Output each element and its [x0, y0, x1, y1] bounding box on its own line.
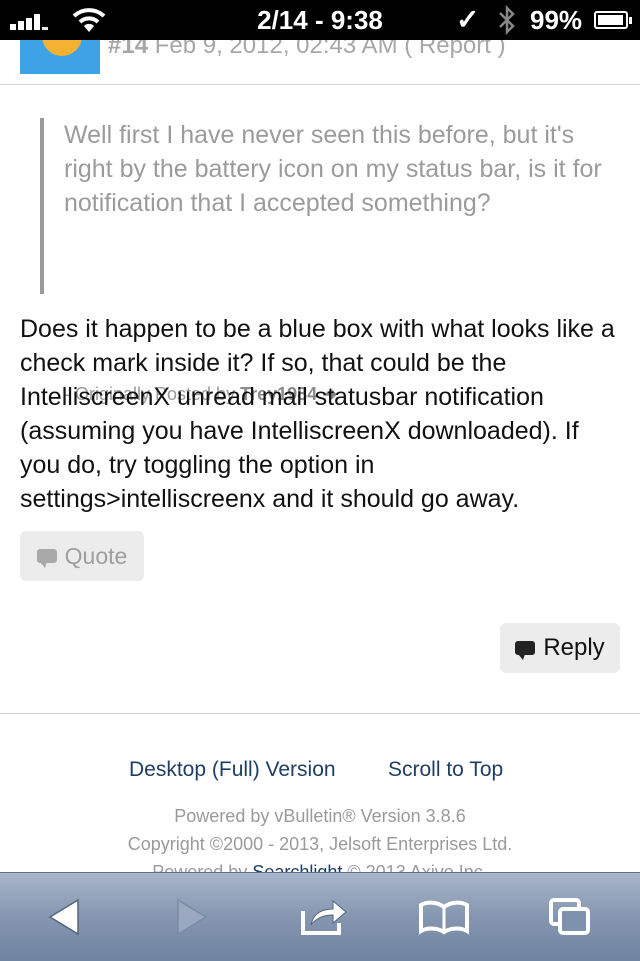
divider	[0, 713, 640, 714]
quote-button-label: Quote	[64, 542, 128, 569]
reply-button[interactable]: Reply	[500, 623, 620, 673]
post-meta: #14 Feb 9, 2012, 02:43 AM ( Report )	[108, 40, 506, 60]
back-icon	[48, 898, 79, 936]
copyright-text: Copyright ©2000 - 2013, Jelsoft Enterpri…	[127, 834, 513, 854]
pages-icon	[549, 898, 590, 935]
battery-percent: 99%	[530, 5, 583, 35]
scroll-to-top-link[interactable]: Scroll to Top	[388, 758, 503, 782]
footer-links: Desktop (Full) Version Scroll to Top	[0, 758, 640, 788]
desktop-version-link[interactable]: Desktop (Full) Version	[129, 758, 336, 782]
reply-button-label: Reply	[543, 634, 605, 661]
quote-button[interactable]: Quote	[20, 531, 144, 581]
post-body: Does it happen to be a blue box with wha…	[20, 315, 615, 513]
share-button[interactable]	[284, 873, 364, 961]
back-button[interactable]	[24, 873, 104, 961]
bookmarks-button[interactable]	[404, 873, 484, 961]
report-link[interactable]: ( Report )	[404, 40, 505, 59]
browser-toolbar	[0, 872, 640, 961]
pages-button[interactable]	[530, 873, 610, 961]
battery-fill	[598, 15, 623, 25]
checkmark-icon: ✓	[456, 4, 480, 35]
quote-block: Well first I have never seen this before…	[40, 118, 604, 404]
forward-button[interactable]	[152, 873, 232, 961]
speech-bubble-icon	[36, 549, 57, 568]
bookmarks-icon	[419, 900, 469, 935]
bluetooth-icon	[499, 4, 515, 36]
avatar-sun-graphic	[42, 40, 82, 56]
status-bar: 2/14 - 9:38 ✓ 99%	[0, 0, 640, 40]
post-date: Feb 9, 2012, 02:43 AM	[154, 40, 398, 59]
post-header: #14 Feb 9, 2012, 02:43 AM ( Report )	[0, 40, 640, 85]
post-number: #14	[108, 40, 149, 59]
powered-by-text: Powered by vBulletin® Version 3.8.6	[174, 806, 466, 826]
quote-text: Well first I have never seen this before…	[64, 121, 602, 217]
speech-bubble-icon	[515, 641, 536, 660]
battery-icon	[594, 11, 632, 29]
share-icon	[301, 899, 347, 935]
avatar[interactable]	[20, 40, 100, 74]
forward-icon	[177, 898, 208, 936]
